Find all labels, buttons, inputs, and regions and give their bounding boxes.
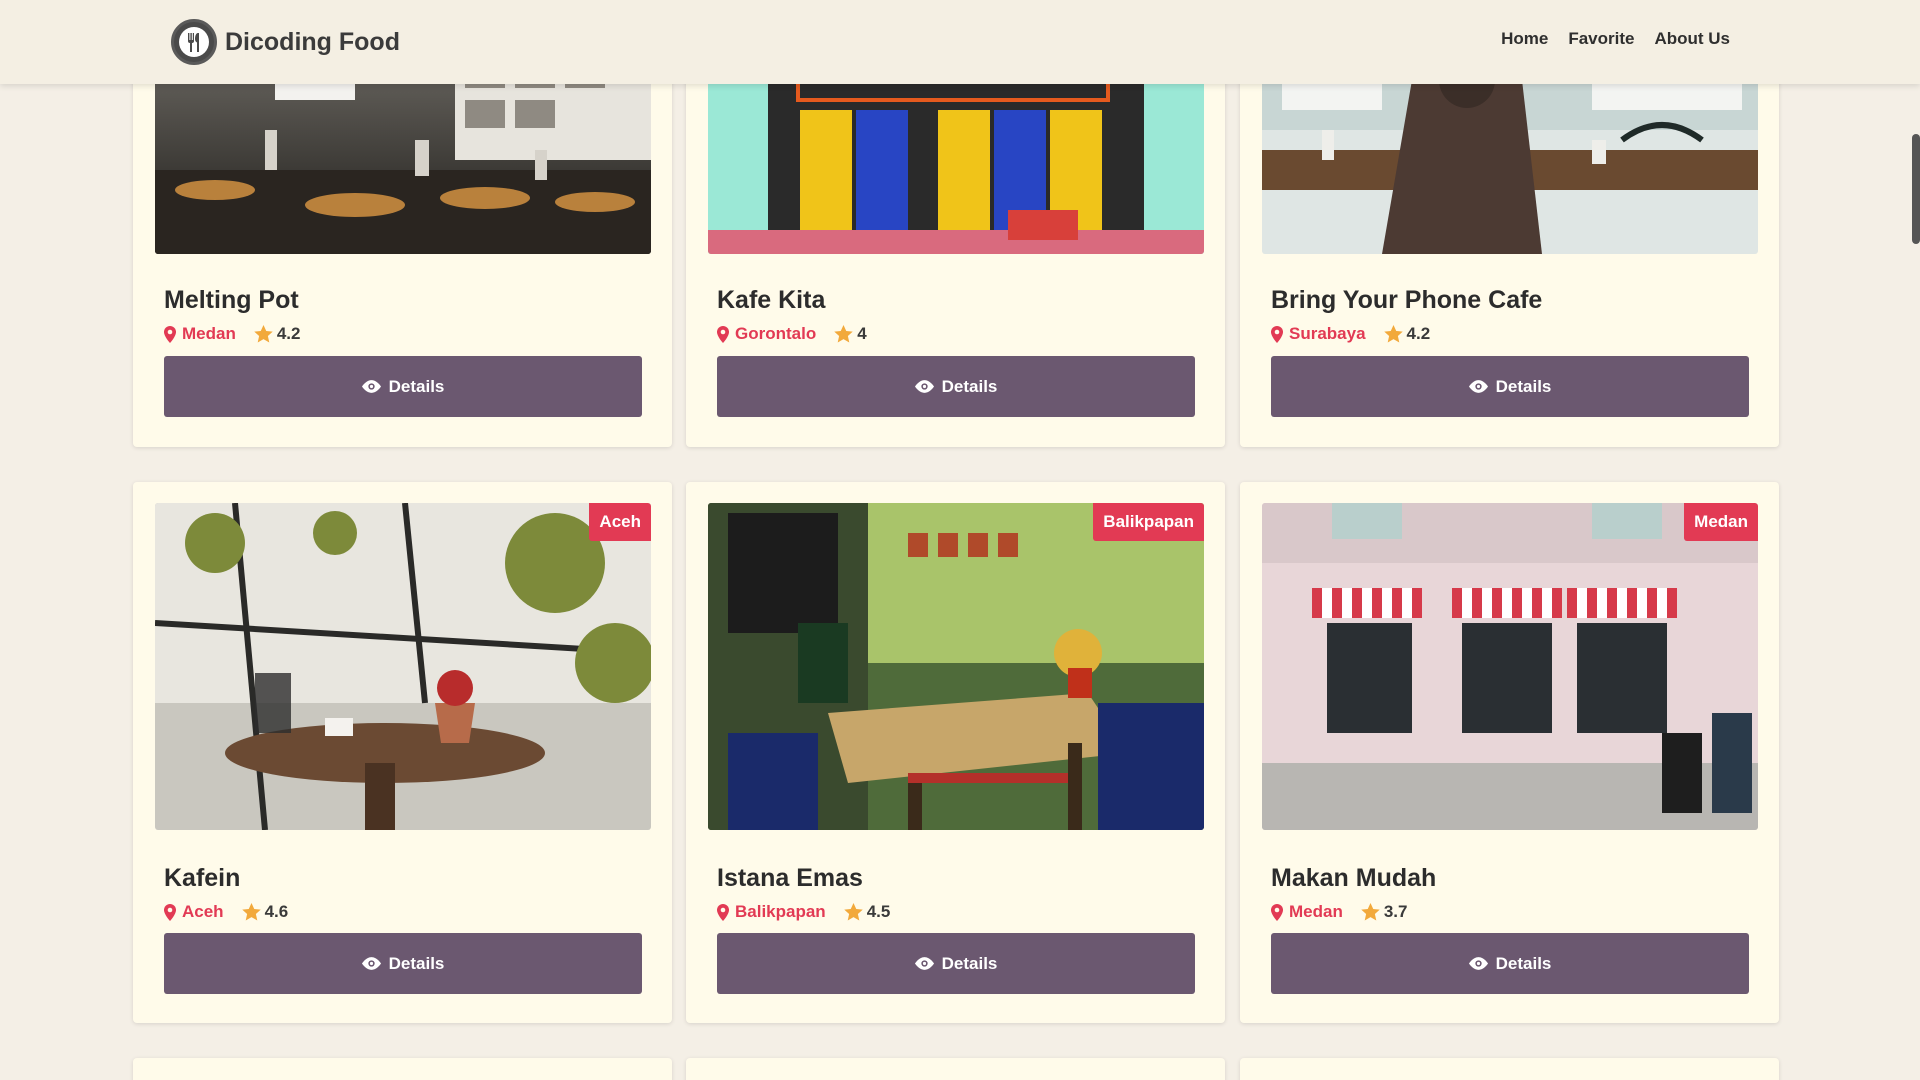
map-pin-icon <box>717 325 729 343</box>
details-button-label: Details <box>388 953 445 973</box>
restaurant-city: Aceh <box>182 902 224 921</box>
nav-home-link[interactable]: Home <box>1501 29 1548 49</box>
scrollbar-thumb[interactable] <box>1912 134 1920 244</box>
details-button-label: Details <box>941 376 998 396</box>
restaurant-meta: Surabaya 4.2 <box>1271 324 1430 344</box>
map-pin-icon <box>717 903 729 921</box>
details-button-label: Details <box>1495 376 1552 396</box>
details-button[interactable]: Details <box>717 356 1195 417</box>
restaurant-card: Medan Makan Mudah Medan 3.7 Details <box>1240 482 1779 1023</box>
restaurant-rating: 4.2 <box>276 324 301 343</box>
restaurant-photo: Balikpapan <box>708 503 1204 830</box>
main-nav: Home Favorite About Us <box>1501 29 1730 49</box>
restaurant-card: Aceh Kafein Aceh 4.6 Details <box>133 482 672 1023</box>
star-icon <box>254 325 273 343</box>
restaurant-name: Istana Emas <box>717 864 863 892</box>
restaurant-card: Kafe Kita Gorontalo 4 Details <box>686 40 1225 447</box>
eye-icon <box>1468 957 1488 970</box>
restaurant-photo: Medan <box>1262 503 1758 830</box>
details-button[interactable]: Details <box>717 933 1195 994</box>
restaurant-city: Medan <box>182 324 236 343</box>
details-button[interactable]: Details <box>164 356 642 417</box>
nav-favorite-link[interactable]: Favorite <box>1568 29 1634 49</box>
details-button-label: Details <box>388 376 445 396</box>
eye-icon <box>1468 380 1488 393</box>
details-button[interactable]: Details <box>164 933 642 994</box>
restaurant-logo-icon <box>171 19 217 65</box>
restaurant-name: Makan Mudah <box>1271 864 1437 892</box>
details-button-label: Details <box>941 953 998 973</box>
nav-about-link[interactable]: About Us <box>1654 29 1730 49</box>
restaurant-name: Melting Pot <box>164 286 299 314</box>
brand[interactable]: Dicoding Food <box>171 19 400 65</box>
restaurant-card-partial <box>1240 1058 1779 1080</box>
eye-icon <box>361 380 381 393</box>
restaurant-city: Gorontalo <box>735 324 817 343</box>
restaurant-meta: Medan 4.2 <box>164 324 300 344</box>
restaurant-card: Bring Your Phone Cafe Surabaya 4.2 Detai… <box>1240 40 1779 447</box>
details-button[interactable]: Details <box>1271 933 1749 994</box>
restaurant-photo: Aceh <box>155 503 651 830</box>
restaurant-rating: 3.7 <box>1383 902 1408 921</box>
map-pin-icon <box>164 325 176 343</box>
app-title: Dicoding Food <box>225 27 400 56</box>
restaurant-rating: 4 <box>857 324 867 343</box>
restaurant-meta: Balikpapan 4.5 <box>717 902 890 922</box>
city-badge: Balikpapan <box>1093 503 1204 541</box>
star-icon <box>843 903 863 921</box>
restaurant-meta: Gorontalo 4 <box>717 324 867 344</box>
eye-icon <box>361 957 381 970</box>
restaurant-city: Medan <box>1289 902 1343 921</box>
scrollbar[interactable] <box>1912 84 1920 1080</box>
restaurant-rating: 4.5 <box>866 902 891 921</box>
details-button[interactable]: Details <box>1271 356 1749 417</box>
restaurant-name: Bring Your Phone Cafe <box>1271 286 1543 314</box>
restaurant-name: Kafein <box>164 864 241 892</box>
star-icon <box>1383 325 1403 343</box>
restaurant-card-partial <box>686 1058 1225 1080</box>
eye-icon <box>914 957 934 970</box>
map-pin-icon <box>164 903 176 921</box>
city-badge: Aceh <box>589 503 651 541</box>
restaurant-card-partial <box>133 1058 672 1080</box>
restaurant-meta: Medan 3.7 <box>1271 902 1407 922</box>
star-icon <box>1361 903 1380 921</box>
restaurant-name: Kafe Kita <box>717 286 826 314</box>
map-pin-icon <box>1271 325 1283 343</box>
restaurant-card: Melting Pot Medan 4.2 Details <box>133 40 672 447</box>
restaurant-rating: 4.6 <box>264 902 289 921</box>
details-button-label: Details <box>1495 953 1552 973</box>
restaurant-card: Balikpapan Istana Emas Balikpapan 4.5 De… <box>686 482 1225 1023</box>
star-icon <box>834 325 853 343</box>
restaurant-meta: Aceh 4.6 <box>164 902 288 922</box>
restaurant-city: Surabaya <box>1289 324 1366 343</box>
restaurant-rating: 4.2 <box>1406 324 1431 343</box>
eye-icon <box>914 380 934 393</box>
app-header: Dicoding Food Home Favorite About Us <box>0 0 1920 84</box>
city-badge: Medan <box>1684 503 1758 541</box>
star-icon <box>241 903 261 921</box>
restaurant-city: Balikpapan <box>735 902 826 921</box>
map-pin-icon <box>1271 903 1283 921</box>
